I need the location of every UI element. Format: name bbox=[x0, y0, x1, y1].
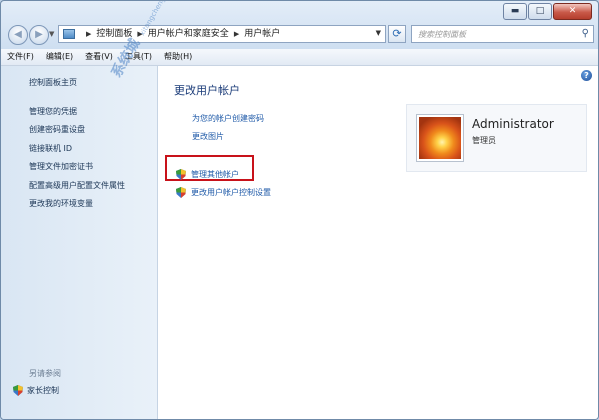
parental-controls-label: 家长控制 bbox=[27, 386, 59, 395]
menu-edit[interactable]: 编辑(E) bbox=[40, 49, 79, 65]
breadcrumb: ▶ 控制面板 ▶ 用户帐户和家庭安全 ▶ 用户帐户 bbox=[81, 29, 280, 40]
sidebar-item-environment-variables[interactable]: 更改我的环境变量 bbox=[29, 198, 125, 216]
sidebar: 控制面板主页 管理您的凭据 创建密码重设盘 链接联机 ID 管理文件加密证书 配… bbox=[1, 66, 158, 419]
see-also-heading: 另请参阅 bbox=[29, 369, 61, 378]
uac-shield-icon bbox=[176, 169, 186, 180]
account-name: Administrator bbox=[472, 117, 554, 131]
maximize-button[interactable]: □ bbox=[528, 3, 552, 20]
sidebar-task-list: 管理您的凭据 创建密码重设盘 链接联机 ID 管理文件加密证书 配置高级用户配置… bbox=[29, 106, 125, 216]
navigation-bar: ◀ ▶ ▼ ▶ 控制面板 ▶ 用户帐户和家庭安全 ▶ 用户帐户 ▼ ⟳ ⚲ bbox=[1, 23, 598, 47]
uac-settings-label: 更改用户帐户控制设置 bbox=[191, 188, 271, 197]
create-password-link[interactable]: 为您的帐户创建密码 bbox=[192, 113, 264, 124]
change-picture-link[interactable]: 更改图片 bbox=[192, 131, 224, 142]
sidebar-item-parental-controls[interactable]: 家长控制 bbox=[13, 385, 59, 396]
back-arrow-icon[interactable]: ◀ bbox=[8, 25, 28, 45]
control-panel-icon bbox=[63, 29, 75, 39]
breadcrumb-item[interactable]: 用户帐户 bbox=[244, 29, 280, 40]
menu-help[interactable]: 帮助(H) bbox=[158, 49, 198, 65]
chevron-right-icon[interactable]: ▶ bbox=[86, 29, 91, 40]
forward-arrow-icon[interactable]: ▶ bbox=[29, 25, 49, 45]
window-caption-buttons: ▬ □ ✕ bbox=[502, 3, 592, 20]
search-icon[interactable]: ⚲ bbox=[582, 28, 589, 39]
account-card: Administrator 管理员 bbox=[406, 104, 587, 172]
sidebar-item-link-online-id[interactable]: 链接联机 ID bbox=[29, 143, 125, 161]
sidebar-item-profile-properties[interactable]: 配置高级用户配置文件属性 bbox=[29, 180, 125, 198]
uac-shield-icon bbox=[176, 187, 186, 198]
menu-file[interactable]: 文件(F) bbox=[1, 49, 40, 65]
uac-shield-icon bbox=[13, 385, 23, 396]
help-icon[interactable]: ? bbox=[581, 70, 592, 81]
sidebar-item-home[interactable]: 控制面板主页 bbox=[29, 77, 77, 88]
manage-other-accounts-label: 管理其他帐户 bbox=[191, 170, 239, 179]
menu-bar: 文件(F) 编辑(E) 查看(V) 工具(T) 帮助(H) bbox=[1, 49, 598, 66]
search-input[interactable] bbox=[418, 28, 568, 40]
recent-pages-dropdown-icon[interactable]: ▼ bbox=[49, 30, 54, 38]
address-bar[interactable]: ▶ 控制面板 ▶ 用户帐户和家庭安全 ▶ 用户帐户 ▼ bbox=[58, 25, 386, 43]
search-box: ⚲ bbox=[411, 25, 594, 43]
main-content: ? 更改用户帐户 为您的帐户创建密码 更改图片 管理其他帐户 更改用户帐户控制设… bbox=[158, 66, 598, 419]
minimize-button[interactable]: ▬ bbox=[503, 3, 527, 20]
refresh-icon[interactable]: ⟳ bbox=[388, 25, 406, 43]
address-history-dropdown-icon[interactable]: ▼ bbox=[376, 29, 381, 37]
account-role: 管理员 bbox=[472, 136, 496, 145]
sidebar-item-encryption-certificates[interactable]: 管理文件加密证书 bbox=[29, 161, 125, 179]
breadcrumb-item[interactable]: 用户帐户和家庭安全 bbox=[148, 29, 229, 40]
sidebar-item-manage-credentials[interactable]: 管理您的凭据 bbox=[29, 106, 125, 124]
control-panel-window: ▬ □ ✕ ◀ ▶ ▼ ▶ 控制面板 ▶ 用户帐户和家庭安全 ▶ 用户帐户 ▼ … bbox=[0, 0, 599, 420]
page-title: 更改用户帐户 bbox=[174, 84, 240, 97]
close-button[interactable]: ✕ bbox=[553, 3, 592, 20]
manage-other-accounts-link[interactable]: 管理其他帐户 bbox=[176, 169, 239, 180]
sidebar-item-password-reset-disk[interactable]: 创建密码重设盘 bbox=[29, 124, 125, 142]
chevron-right-icon[interactable]: ▶ bbox=[234, 29, 239, 40]
uac-settings-link[interactable]: 更改用户帐户控制设置 bbox=[176, 187, 271, 198]
avatar bbox=[417, 115, 463, 161]
